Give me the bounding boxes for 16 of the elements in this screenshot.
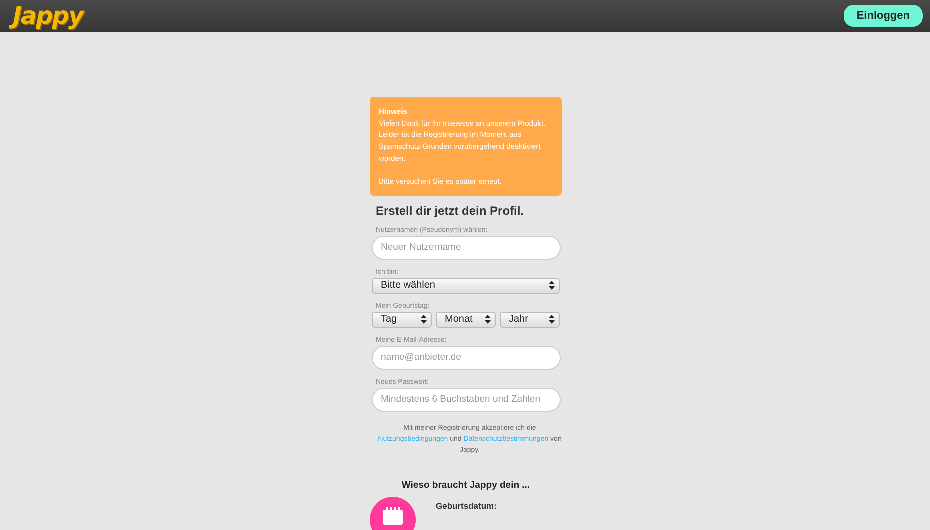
input-field[interactable]: name@anbieter.de	[372, 346, 561, 370]
select-dropdown[interactable]: Jahr	[500, 312, 560, 328]
input-field[interactable]: Neuer Nutzername	[372, 236, 561, 260]
login-button[interactable]: Einloggen	[844, 5, 923, 27]
select-dropdown[interactable]: Tag	[372, 312, 432, 328]
sort-arrows-icon	[421, 315, 427, 324]
item-title: Geburtsdatum:	[436, 500, 497, 511]
sort-arrows-icon	[549, 315, 555, 324]
sort-arrows-icon	[485, 315, 491, 324]
input-field[interactable]: Mindestens 6 Buchstaben und Zahlen	[372, 388, 561, 412]
select-dropdown[interactable]: Monat	[436, 312, 496, 328]
form-heading: Erstell dir jetzt dein Profil.	[376, 204, 526, 218]
section-heading: Wieso braucht Jappy dein ...	[400, 480, 532, 491]
select-dropdown[interactable]: Bitte wählen	[372, 278, 560, 294]
calendar-icon	[370, 496, 416, 530]
sort-arrows-icon	[549, 281, 555, 290]
